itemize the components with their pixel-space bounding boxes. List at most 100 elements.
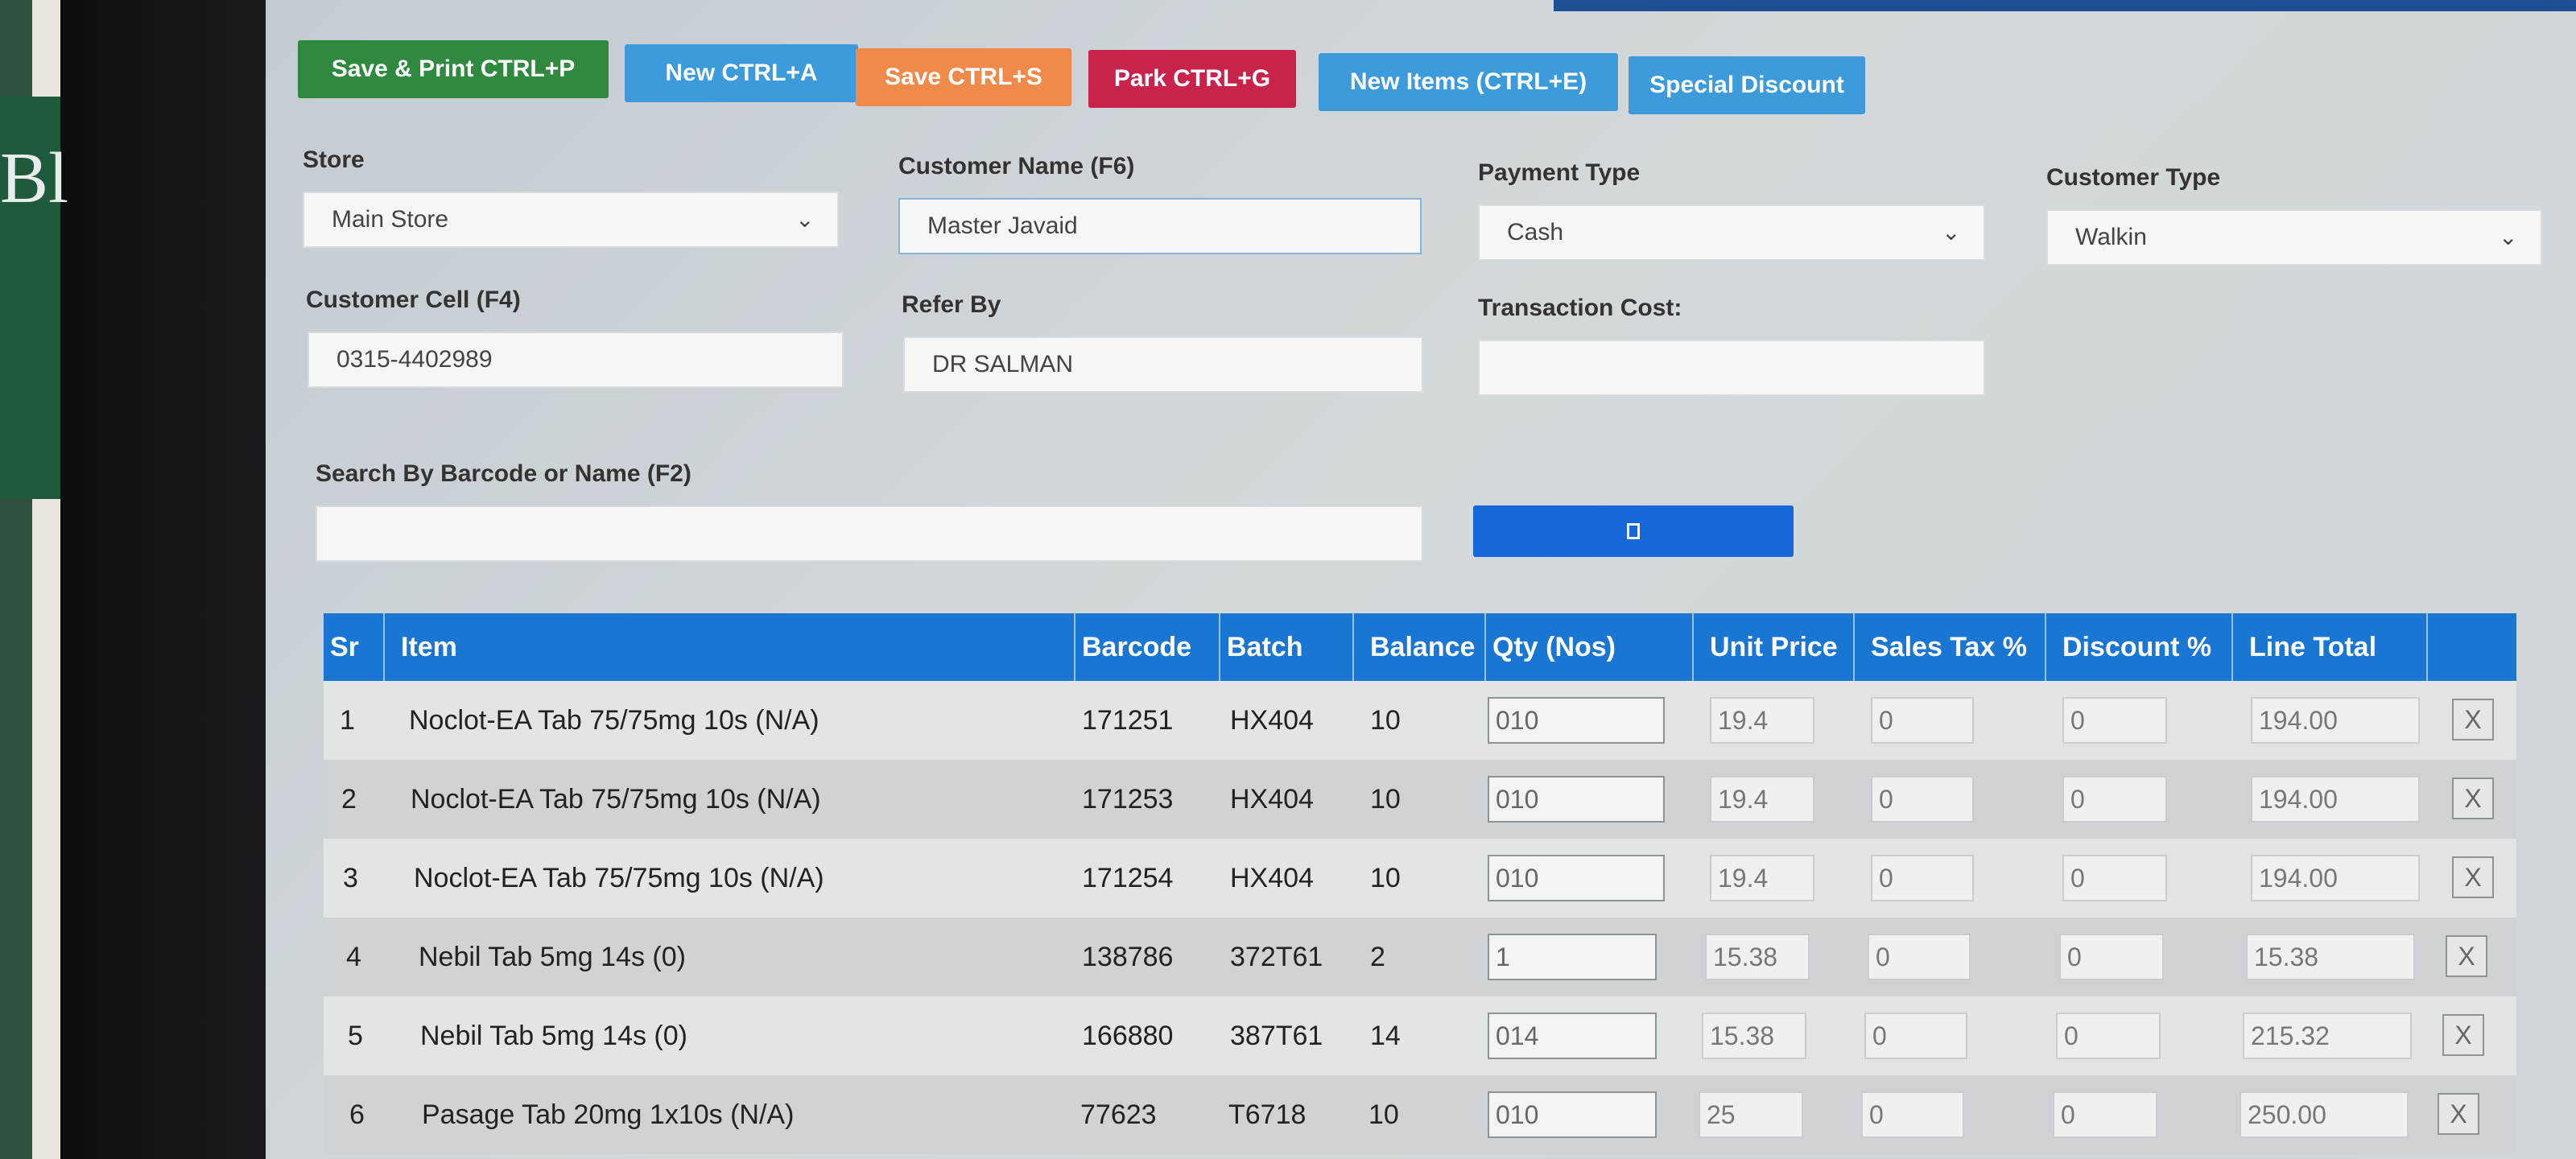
line-total-input[interactable]: 194.00 [2251, 776, 2420, 823]
table-row: 1 Noclot-EA Tab 75/75mg 10s (N/A) 171251… [324, 681, 2516, 760]
row-batch: 372T61 [1230, 941, 1323, 972]
unit-price-input[interactable]: 15.38 [1702, 1013, 1806, 1059]
row-sr: 2 [341, 783, 357, 815]
col-item: Item [385, 613, 1075, 681]
refer-by-label: Refer By [902, 291, 1001, 318]
qty-input[interactable]: 010 [1488, 1091, 1657, 1138]
row-item: Noclot-EA Tab 75/75mg 10s (N/A) [411, 783, 821, 815]
row-item: Pasage Tab 20mg 1x10s (N/A) [422, 1099, 795, 1130]
unit-price-input[interactable]: 19.4 [1710, 776, 1814, 823]
close-icon[interactable]: X [2442, 1014, 2484, 1056]
col-unit-price: Unit Price [1694, 613, 1855, 681]
store-select[interactable]: Main Store ⌄ [303, 192, 839, 248]
col-sales-tax: Sales Tax % [1855, 613, 2046, 681]
new-button[interactable]: New CTRL+A [625, 44, 858, 102]
search-input[interactable] [316, 505, 1423, 562]
sales-tax-input[interactable]: 0 [1868, 934, 1971, 980]
qty-input[interactable]: 010 [1488, 776, 1665, 823]
customer-type-label: Customer Type [2046, 164, 2221, 191]
col-actions [2428, 613, 2516, 681]
line-total-input[interactable]: 15.38 [2246, 934, 2415, 980]
row-balance: 2 [1370, 941, 1385, 972]
row-balance: 14 [1370, 1020, 1401, 1051]
unit-price-input[interactable]: 25 [1699, 1091, 1803, 1138]
line-total-input[interactable]: 194.00 [2251, 697, 2420, 744]
search-button-icon [1627, 523, 1640, 539]
qty-input[interactable]: 010 [1488, 855, 1665, 901]
pos-screen: Save & Print CTRL+P New CTRL+A Save CTRL… [266, 0, 2576, 1159]
close-icon[interactable]: X [2438, 1093, 2479, 1135]
row-barcode: 166880 [1082, 1020, 1174, 1051]
row-batch: HX404 [1230, 704, 1314, 736]
table-row: 3 Noclot-EA Tab 75/75mg 10s (N/A) 171254… [324, 839, 2516, 918]
customer-name-input[interactable]: Master Javaid [898, 198, 1422, 254]
row-barcode: 171253 [1082, 783, 1174, 815]
table-row: 6 Pasage Tab 20mg 1x10s (N/A) 77623 T671… [324, 1075, 2516, 1154]
row-item: Nebil Tab 5mg 14s (0) [420, 1020, 687, 1051]
sales-tax-input[interactable]: 0 [1871, 697, 1974, 744]
row-balance: 10 [1370, 783, 1401, 815]
search-button[interactable] [1473, 505, 1794, 557]
close-icon[interactable]: X [2452, 699, 2494, 740]
col-line-total: Line Total [2233, 613, 2428, 681]
discount-input[interactable]: 0 [2062, 855, 2167, 901]
row-item: Noclot-EA Tab 75/75mg 10s (N/A) [409, 704, 819, 736]
sales-tax-input[interactable]: 0 [1871, 776, 1974, 823]
row-sr: 4 [346, 941, 361, 972]
new-items-button[interactable]: New Items (CTRL+E) [1319, 53, 1618, 111]
col-discount: Discount % [2046, 613, 2233, 681]
items-table-header: Sr Item Barcode Batch Balance Qty (Nos) … [324, 613, 2516, 681]
line-total-input[interactable]: 194.00 [2251, 855, 2420, 901]
close-icon[interactable]: X [2452, 856, 2494, 898]
row-batch: T6718 [1228, 1099, 1307, 1130]
background-sign-letter: Bl [0, 138, 69, 218]
table-row: 2 Noclot-EA Tab 75/75mg 10s (N/A) 171253… [324, 760, 2516, 839]
col-qty: Qty (Nos) [1486, 613, 1694, 681]
line-total-input[interactable]: 250.00 [2240, 1091, 2409, 1138]
sales-tax-input[interactable]: 0 [1871, 855, 1974, 901]
park-button[interactable]: Park CTRL+G [1088, 50, 1296, 108]
customer-type-select[interactable]: Walkin ⌄ [2046, 209, 2542, 266]
col-barcode: Barcode [1075, 613, 1220, 681]
discount-input[interactable]: 0 [2062, 776, 2167, 823]
payment-type-label: Payment Type [1478, 159, 1641, 186]
sales-tax-input[interactable]: 0 [1864, 1013, 1967, 1059]
line-total-input[interactable]: 215.32 [2243, 1013, 2412, 1059]
row-sr: 3 [343, 862, 358, 893]
save-print-button[interactable]: Save & Print CTRL+P [298, 40, 609, 98]
search-label: Search By Barcode or Name (F2) [316, 460, 691, 487]
row-balance: 10 [1370, 704, 1401, 736]
customer-cell-label: Customer Cell (F4) [306, 287, 521, 313]
close-icon[interactable]: X [2446, 935, 2487, 977]
row-barcode: 171251 [1082, 704, 1174, 736]
special-discount-button[interactable]: Special Discount [1629, 56, 1865, 114]
store-label: Store [303, 146, 365, 173]
top-bar [1554, 0, 2576, 11]
payment-type-value: Cash [1507, 219, 1564, 245]
unit-price-input[interactable]: 19.4 [1710, 855, 1814, 901]
refer-by-input[interactable]: DR SALMAN [903, 336, 1423, 393]
qty-input[interactable]: 010 [1488, 697, 1665, 744]
save-button[interactable]: Save CTRL+S [856, 48, 1071, 106]
store-value: Main Store [332, 206, 449, 233]
sales-tax-input[interactable]: 0 [1861, 1091, 1964, 1138]
row-balance: 10 [1370, 862, 1401, 893]
row-batch: 387T61 [1230, 1020, 1323, 1051]
customer-cell-input[interactable]: 0315-4402989 [308, 332, 844, 388]
discount-input[interactable]: 0 [2053, 1091, 2157, 1138]
payment-type-select[interactable]: Cash ⌄ [1478, 204, 1985, 261]
close-icon[interactable]: X [2452, 777, 2494, 819]
col-balance: Balance [1354, 613, 1486, 681]
row-item: Noclot-EA Tab 75/75mg 10s (N/A) [414, 862, 824, 893]
discount-input[interactable]: 0 [2056, 1013, 2161, 1059]
customer-name-label: Customer Name (F6) [898, 153, 1135, 179]
unit-price-input[interactable]: 15.38 [1705, 934, 1810, 980]
transaction-cost-input[interactable] [1478, 340, 1985, 396]
unit-price-input[interactable]: 19.4 [1710, 697, 1814, 744]
qty-input[interactable]: 014 [1488, 1013, 1657, 1059]
row-sr: 5 [348, 1020, 363, 1051]
qty-input[interactable]: 1 [1488, 934, 1657, 980]
discount-input[interactable]: 0 [2062, 697, 2167, 744]
discount-input[interactable]: 0 [2059, 934, 2164, 980]
chevron-down-icon: ⌄ [1942, 220, 1961, 245]
